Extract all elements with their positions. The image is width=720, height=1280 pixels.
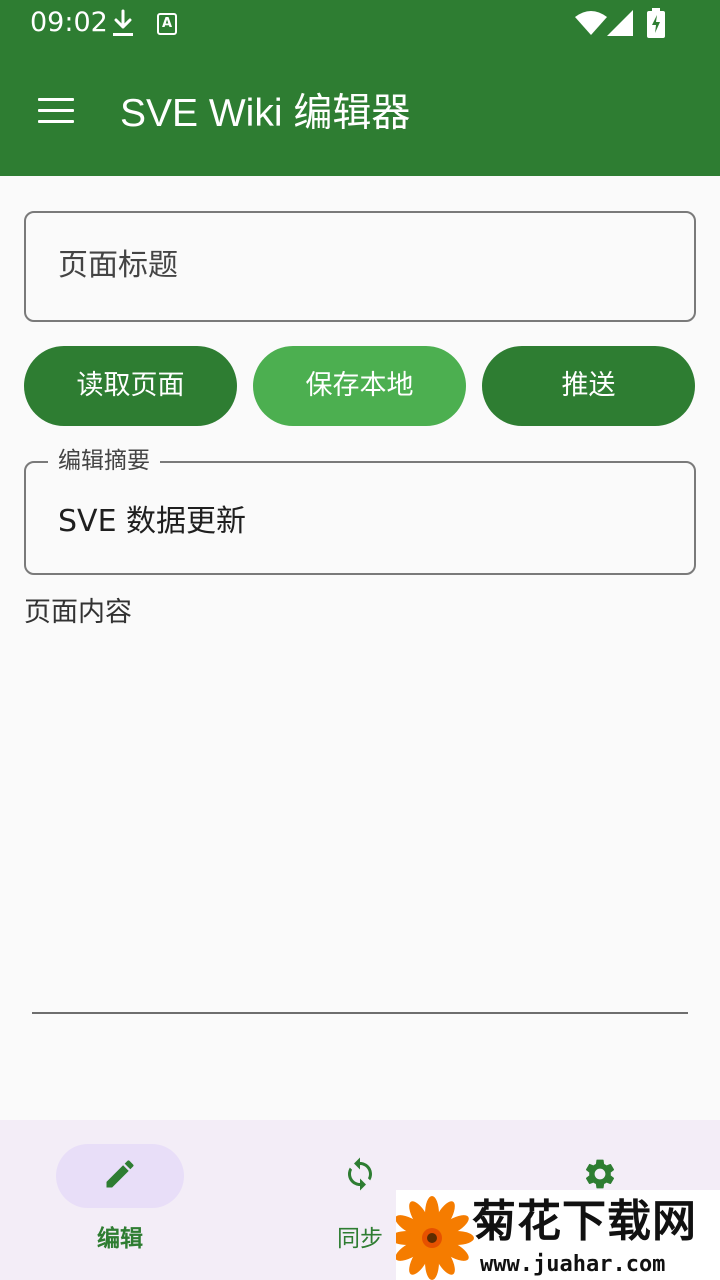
download-icon <box>113 9 133 36</box>
page-title-placeholder: 页面标题 <box>58 248 178 283</box>
status-bar: 09:02 A <box>0 0 720 48</box>
page-title-input[interactable]: 页面标题 <box>24 211 696 322</box>
sync-icon <box>348 1157 372 1191</box>
app-bar: SVE Wiki 编辑器 <box>0 48 720 176</box>
nav-label-edit: 编辑 <box>97 1226 143 1252</box>
pencil-icon <box>106 1160 134 1188</box>
nav-item-edit[interactable]: 编辑 <box>0 1120 240 1280</box>
battery-charging-icon <box>647 8 665 38</box>
signal-icon <box>607 10 633 36</box>
content-underline <box>32 1012 688 1014</box>
app-title: SVE Wiki 编辑器 <box>120 92 411 135</box>
a-notification-icon: A <box>157 13 177 35</box>
status-time: 09:02 <box>30 7 108 38</box>
watermark-url: www.juahar.com <box>480 1252 666 1277</box>
read-page-button[interactable]: 读取页面 <box>24 346 237 426</box>
save-local-button[interactable]: 保存本地 <box>253 346 466 426</box>
edit-summary-value: SVE 数据更新 <box>58 504 247 539</box>
page-content-label: 页面内容 <box>24 597 132 628</box>
flower-logo-icon <box>396 1196 474 1280</box>
gear-icon <box>585 1159 615 1189</box>
hamburger-menu-icon[interactable] <box>38 98 74 124</box>
push-button[interactable]: 推送 <box>482 346 695 426</box>
edit-summary-input[interactable]: 编辑摘要 SVE 数据更新 <box>24 446 696 575</box>
page-content-textarea[interactable] <box>32 640 688 1012</box>
watermark-name: 菊花下载网 <box>472 1196 697 1247</box>
wifi-icon <box>575 11 607 35</box>
edit-summary-label: 编辑摘要 <box>48 446 160 476</box>
watermark: 菊花下载网 www.juahar.com <box>396 1190 720 1280</box>
